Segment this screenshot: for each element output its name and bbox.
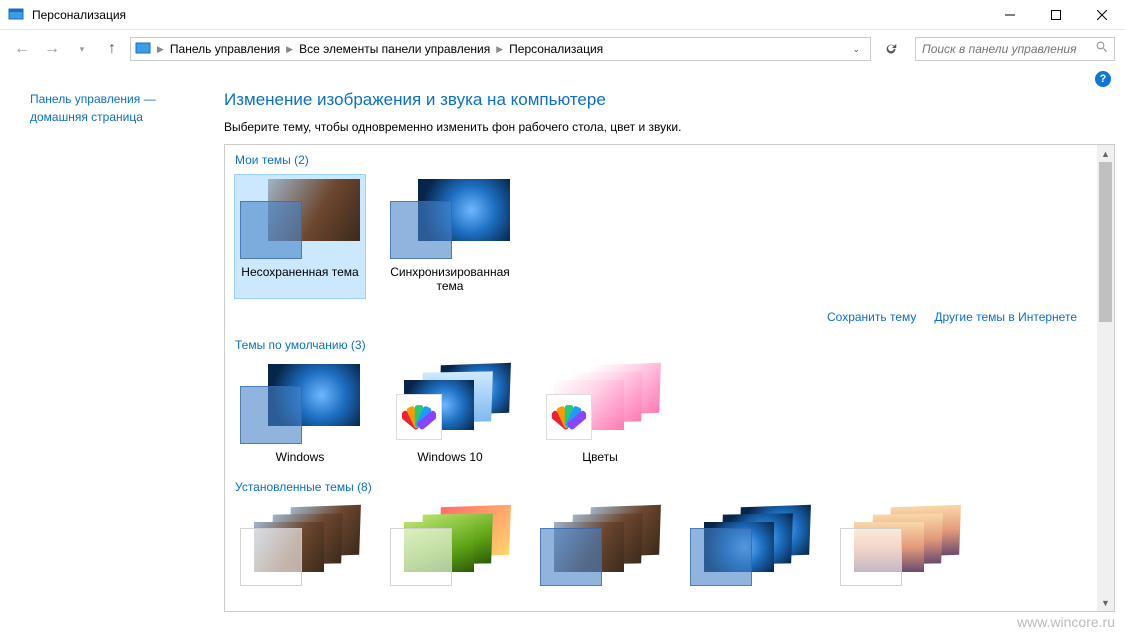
breadcrumb-item[interactable]: Все элементы панели управления: [299, 42, 490, 56]
close-button[interactable]: [1079, 0, 1125, 29]
app-icon: [8, 7, 24, 23]
control-panel-icon: [135, 41, 151, 57]
forward-button[interactable]: →: [40, 37, 64, 61]
scroll-thumb[interactable]: [1099, 162, 1112, 322]
theme-color-swatch: [240, 386, 302, 444]
window-controls: [987, 0, 1125, 29]
theme-item[interactable]: Цветы: [535, 360, 665, 468]
theme-label: Windows: [235, 450, 365, 464]
section-header: Темы по умолчанию (3): [235, 338, 1087, 352]
address-dropdown-icon[interactable]: ⌄: [852, 44, 860, 55]
help-icon[interactable]: ?: [1095, 71, 1111, 87]
refresh-button[interactable]: [879, 37, 903, 61]
theme-color-swatch: [240, 528, 302, 586]
theme-color-swatch: [390, 528, 452, 586]
maximize-button[interactable]: [1033, 0, 1079, 29]
theme-item[interactable]: Windows: [235, 360, 365, 468]
up-button[interactable]: ↑: [100, 37, 124, 61]
themes-panel: Мои темы (2) Несохраненная тема: [224, 144, 1115, 612]
theme-label: Windows 10: [385, 450, 515, 464]
section-installed-themes: Установленные темы (8): [235, 480, 1087, 611]
scroll-down-icon[interactable]: ▼: [1097, 594, 1114, 611]
help-row: ?: [0, 68, 1125, 90]
watermark: www.wincore.ru: [1017, 614, 1115, 630]
section-my-themes: Мои темы (2) Несохраненная тема: [235, 153, 1087, 324]
breadcrumb-separator-icon: ▶: [496, 44, 503, 55]
sidebar: Панель управления — домашняя страница: [0, 90, 220, 634]
theme-color-swatch: [390, 201, 452, 259]
back-button[interactable]: ←: [10, 37, 34, 61]
save-theme-link[interactable]: Сохранить тему: [827, 310, 916, 324]
theme-color-swatch: [840, 528, 902, 586]
search-icon[interactable]: [1096, 40, 1108, 58]
main-content: Изменение изображения и звука на компьют…: [220, 90, 1125, 634]
breadcrumb-item[interactable]: Персонализация: [509, 42, 603, 56]
color-fan-icon: [396, 394, 442, 440]
address-bar[interactable]: ▶ Панель управления ▶ Все элементы панел…: [130, 37, 871, 61]
page-subtitle: Выберите тему, чтобы одновременно измени…: [224, 120, 1115, 134]
theme-item[interactable]: [685, 502, 815, 596]
theme-label: Синхронизированная тема: [385, 265, 515, 294]
theme-item[interactable]: Несохраненная тема: [235, 175, 365, 298]
recent-dropdown[interactable]: ▾: [70, 37, 94, 61]
breadcrumb-item[interactable]: Панель управления: [170, 42, 280, 56]
panel-scrollbar[interactable]: ▲ ▼: [1097, 145, 1114, 611]
control-panel-home-link[interactable]: Панель управления — домашняя страница: [30, 92, 156, 124]
search-box[interactable]: [915, 37, 1115, 61]
theme-item[interactable]: Windows 10: [385, 360, 515, 468]
theme-label: Цветы: [535, 450, 665, 464]
theme-color-swatch: [540, 528, 602, 586]
window-title: Персонализация: [32, 8, 987, 22]
section-header: Мои темы (2): [235, 153, 1087, 167]
nav-bar: ← → ▾ ↑ ▶ Панель управления ▶ Все элемен…: [0, 30, 1125, 68]
scroll-up-icon[interactable]: ▲: [1097, 145, 1114, 162]
scroll-track[interactable]: [1097, 162, 1114, 594]
title-bar: Персонализация: [0, 0, 1125, 30]
section-header: Установленные темы (8): [235, 480, 1087, 494]
theme-item[interactable]: [535, 502, 665, 596]
search-input[interactable]: [922, 42, 1096, 56]
theme-item[interactable]: [385, 502, 515, 596]
section-default-themes: Темы по умолчанию (3) Windows: [235, 338, 1087, 468]
breadcrumb-separator-icon: ▶: [157, 44, 164, 55]
minimize-button[interactable]: [987, 0, 1033, 29]
breadcrumb-separator-icon: ▶: [286, 44, 293, 55]
color-fan-icon: [546, 394, 592, 440]
more-themes-link[interactable]: Другие темы в Интернете: [934, 310, 1077, 324]
theme-color-swatch: [240, 201, 302, 259]
theme-color-swatch: [690, 528, 752, 586]
theme-item[interactable]: [835, 502, 965, 596]
theme-item[interactable]: [235, 502, 365, 596]
theme-label: Несохраненная тема: [235, 265, 365, 279]
page-heading: Изменение изображения и звука на компьют…: [224, 90, 1115, 110]
theme-item[interactable]: Синхронизированная тема: [385, 175, 515, 298]
